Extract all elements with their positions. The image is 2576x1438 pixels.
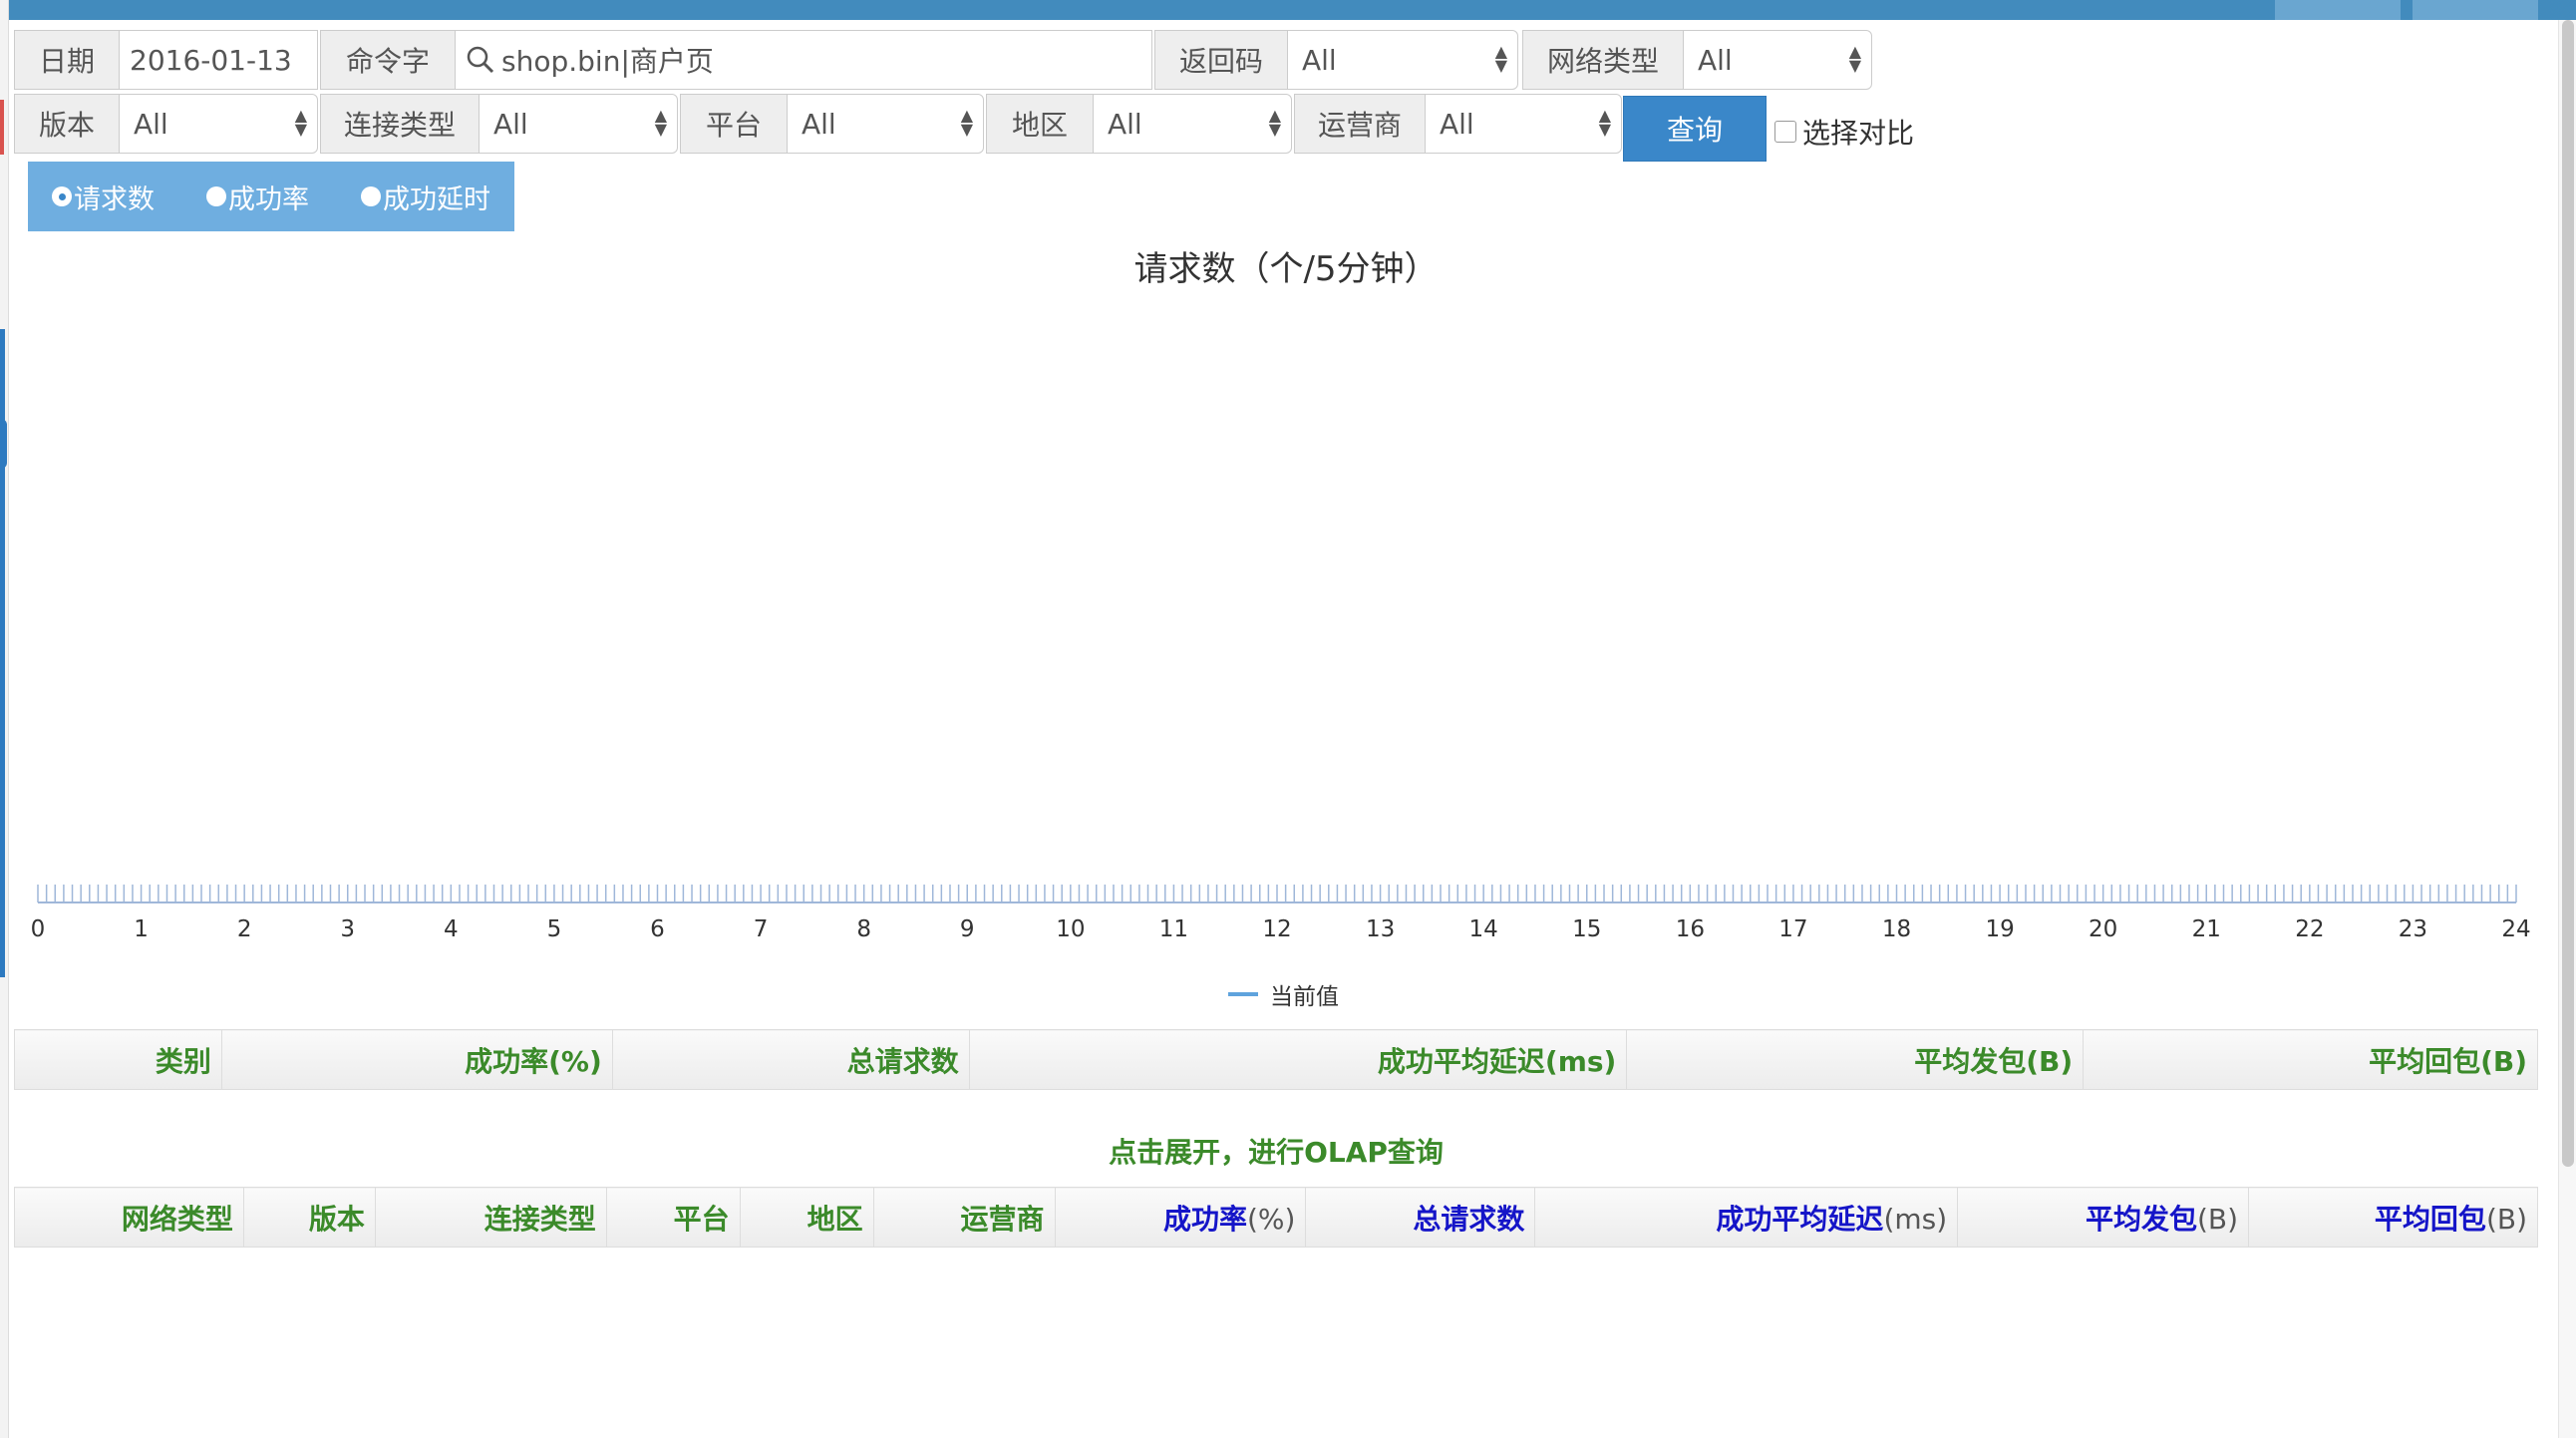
olap-table: 网络类型 版本 连接类型 平台 地区 运营商 成功率(%) 总请求数 成功平均延… — [14, 1187, 2538, 1248]
x-axis-tick-label: 18 — [1882, 916, 1911, 942]
header-label: 成功率 — [1162, 1202, 1247, 1236]
column-header-version[interactable]: 版本 — [242, 1187, 376, 1248]
x-axis-tick-label: 19 — [1985, 916, 2014, 942]
header-label: 平均回包 — [2374, 1202, 2486, 1236]
column-header-category[interactable]: 类别 — [14, 1029, 222, 1090]
legend-label: 当前值 — [1270, 984, 1339, 1010]
olap-expand-link[interactable]: 点击展开，进行OLAP查询 — [997, 1131, 1555, 1171]
x-axis-tick-label: 4 — [444, 916, 459, 942]
column-header-avg-send[interactable]: 平均发包(B) — [1626, 1029, 2085, 1090]
column-header-network-type[interactable]: 网络类型 — [14, 1187, 244, 1248]
column-header-total-requests[interactable]: 总请求数 — [611, 1029, 970, 1090]
column-header-avg-receive[interactable]: 平均回包(B) — [2248, 1187, 2538, 1248]
x-axis-tick-label: 9 — [960, 916, 975, 942]
x-axis-tick-label: 7 — [754, 916, 769, 942]
header-label: 成功平均延迟 — [1716, 1202, 1884, 1236]
x-axis-tick-label: 2 — [237, 916, 252, 942]
column-header-region[interactable]: 地区 — [739, 1187, 874, 1248]
header-unit: (%) — [1247, 1202, 1296, 1236]
column-header-total-requests[interactable]: 总请求数 — [1305, 1187, 1536, 1248]
x-axis-tick-label: 15 — [1572, 916, 1601, 942]
header-unit: (ms) — [1883, 1202, 1948, 1236]
x-axis-tick-label: 6 — [650, 916, 665, 942]
x-axis-tick-label: 10 — [1056, 916, 1085, 942]
chart-legend[interactable]: 当前值 — [1228, 977, 1339, 1011]
x-axis-tick-label: 16 — [1676, 916, 1705, 942]
x-axis-tick-label: 8 — [856, 916, 871, 942]
x-axis-tick-label: 21 — [2192, 916, 2221, 942]
x-axis-tick-label: 0 — [31, 916, 46, 942]
column-header-success-rate[interactable]: 成功率(%) — [220, 1029, 613, 1090]
x-axis-tick-label: 14 — [1469, 916, 1498, 942]
x-axis-tick-label: 24 — [2501, 916, 2530, 942]
x-axis-tick-label: 22 — [2295, 916, 2324, 942]
chart-x-axis: 0 1 2 3 4 5 6 7 8 9 10 11 12 13 14 15 16 17 18 19 20 21 22 23 24 — [31, 885, 2531, 942]
legend-line-icon — [1228, 992, 1258, 996]
olap-table-header-row: 网络类型 版本 连接类型 平台 地区 运营商 成功率(%) 总请求数 成功平均延… — [14, 1187, 2538, 1248]
header-label: 平均发包 — [2085, 1202, 2197, 1236]
x-axis-tick-label: 11 — [1159, 916, 1188, 942]
x-axis-tick-label: 23 — [2399, 916, 2427, 942]
x-axis-tick-label: 17 — [1778, 916, 1807, 942]
x-axis-tick-label: 12 — [1262, 916, 1291, 942]
column-header-avg-receive[interactable]: 平均回包(B) — [2083, 1029, 2538, 1090]
header-unit: (B) — [2196, 1202, 2239, 1236]
x-axis-tick-label: 20 — [2089, 916, 2117, 942]
column-header-connection-type[interactable]: 连接类型 — [374, 1187, 607, 1248]
column-header-success-latency[interactable]: 成功平均延迟(ms) — [968, 1029, 1628, 1090]
x-axis-tick-label: 3 — [340, 916, 355, 942]
column-header-success-latency[interactable]: 成功平均延迟(ms) — [1534, 1187, 1959, 1248]
summary-table: 类别 成功率(%) 总请求数 成功平均延迟(ms) 平均发包(B) 平均回包(B… — [14, 1029, 2538, 1090]
x-axis-tick-label: 5 — [547, 916, 562, 942]
x-axis-tick-label: 13 — [1366, 916, 1395, 942]
column-header-avg-send[interactable]: 平均发包(B) — [1957, 1187, 2250, 1248]
column-header-success-rate[interactable]: 成功率(%) — [1054, 1187, 1307, 1248]
summary-table-header-row: 类别 成功率(%) 总请求数 成功平均延迟(ms) 平均发包(B) 平均回包(B… — [14, 1029, 2538, 1090]
column-header-platform[interactable]: 平台 — [605, 1187, 741, 1248]
x-axis-tick-label: 1 — [134, 916, 149, 942]
column-header-operator[interactable]: 运营商 — [872, 1187, 1056, 1248]
header-unit: (B) — [2485, 1202, 2527, 1236]
